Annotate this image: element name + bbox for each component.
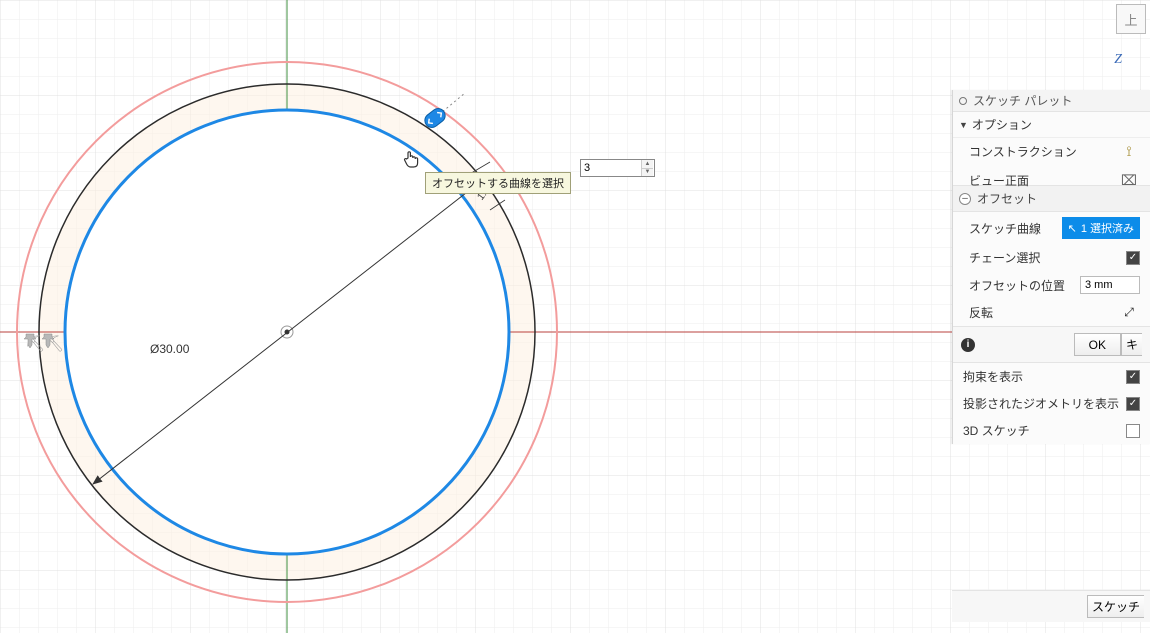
cancel-button[interactable]: キ xyxy=(1121,333,1142,356)
offset-subpanel-header[interactable]: – オフセット xyxy=(953,185,1150,212)
finish-sketch-button[interactable]: スケッチ xyxy=(1087,595,1144,618)
show-projected-label: 投影されたジオメトリを表示 xyxy=(963,395,1126,412)
offset-value-field[interactable] xyxy=(581,160,641,176)
diameter-label[interactable]: Ø30.00 xyxy=(150,342,189,356)
flip-label: 反転 xyxy=(969,304,1118,321)
panel-title: スケッチ パレット xyxy=(973,92,1072,109)
offset-position-input[interactable] xyxy=(1080,276,1140,294)
construction-row[interactable]: コンストラクション ⟟ xyxy=(953,138,1150,165)
view-front-label: ビュー正面 xyxy=(969,172,1118,189)
3d-sketch-label: 3D スケッチ xyxy=(963,422,1126,439)
sketch-palette-panel: スケッチ パレット ▼ オプション コンストラクション ⟟ ビュー正面 ⌧ – … xyxy=(952,90,1150,444)
info-icon[interactable]: i xyxy=(961,338,975,352)
ok-button[interactable]: OK xyxy=(1074,333,1121,356)
show-projected-checkbox[interactable]: ✓ xyxy=(1126,397,1140,411)
construction-icon[interactable]: ⟟ xyxy=(1118,143,1140,160)
offset-inline-input[interactable]: ▲ ▼ xyxy=(580,159,655,177)
spinner-up[interactable]: ▲ xyxy=(642,160,653,169)
hand-cursor-icon xyxy=(402,148,422,173)
show-constraints-checkbox[interactable]: ✓ xyxy=(1126,370,1140,384)
tooltip: オフセットする曲線を選択 xyxy=(425,172,571,194)
options-section-header[interactable]: ▼ オプション xyxy=(953,112,1150,138)
panel-pin-icon[interactable] xyxy=(959,97,967,105)
panel-title-bar[interactable]: スケッチ パレット xyxy=(953,90,1150,112)
chain-select-label: チェーン選択 xyxy=(969,249,1126,266)
flip-icon[interactable]: ⤢ xyxy=(1118,305,1140,320)
spinner-down[interactable]: ▼ xyxy=(642,169,653,177)
chain-select-checkbox[interactable]: ✓ xyxy=(1126,251,1140,265)
offset-position-label: オフセットの位置 xyxy=(969,277,1080,294)
view-front-icon[interactable]: ⌧ xyxy=(1118,172,1140,189)
3d-sketch-checkbox[interactable] xyxy=(1126,424,1140,438)
cursor-icon: ↖ xyxy=(1068,222,1077,235)
viewcube-top[interactable]: 上 xyxy=(1116,4,1146,34)
collapse-icon[interactable]: – xyxy=(959,193,971,205)
sketch-curve-label: スケッチ曲線 xyxy=(969,220,1062,237)
z-axis-label: Z xyxy=(1114,52,1122,68)
constraint-icons[interactable] xyxy=(22,332,58,350)
show-constraints-label: 拘束を表示 xyxy=(963,368,1126,385)
selection-chip[interactable]: ↖ 1 選択済み xyxy=(1062,217,1140,239)
disclosure-triangle-icon: ▼ xyxy=(959,120,968,130)
